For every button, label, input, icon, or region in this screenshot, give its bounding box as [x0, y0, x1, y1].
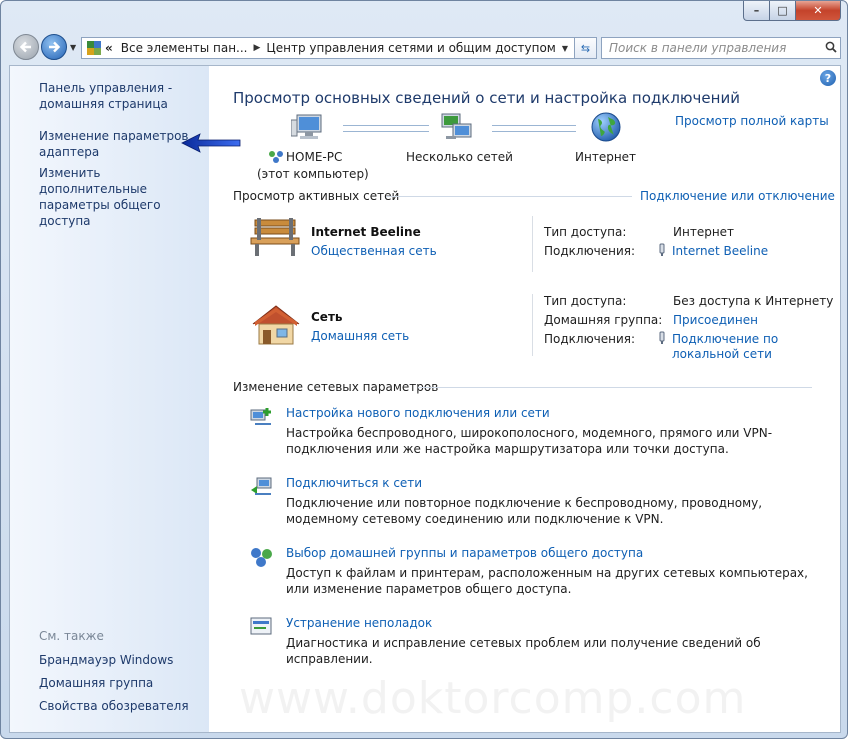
- refresh-button[interactable]: ⇆: [575, 37, 597, 59]
- forward-arrow-icon: [49, 41, 61, 53]
- refresh-icon: ⇆: [580, 41, 591, 55]
- forward-button[interactable]: [41, 34, 67, 60]
- sidebar-link-firewall[interactable]: Брандмауэр Windows: [39, 652, 173, 668]
- computer-icon: [291, 114, 322, 139]
- network-2-conn-key: Подключения:: [544, 332, 636, 346]
- main-content: Просмотр основных сведений о сети и наст…: [209, 66, 840, 732]
- search-icon[interactable]: [822, 41, 840, 56]
- sidebar-link-home[interactable]: Панель управления - домашняя страница: [39, 80, 189, 112]
- network-2-group-key: Домашняя группа:: [544, 313, 663, 327]
- network-2-homegroup-link[interactable]: Присоединен: [673, 313, 758, 328]
- address-dropdown-icon[interactable]: ▼: [556, 44, 574, 53]
- connection-plug-icon: [659, 243, 665, 256]
- back-button[interactable]: [13, 34, 39, 60]
- new-connection-icon: [250, 408, 271, 425]
- task-new-connection-link[interactable]: Настройка нового подключения или сети: [286, 406, 550, 420]
- recent-pages-dropdown[interactable]: ▼: [70, 43, 76, 52]
- active-networks-heading: Просмотр активных сетей: [233, 189, 400, 203]
- page-title: Просмотр основных сведений о сети и наст…: [233, 89, 740, 107]
- task-connect-desc: Подключение или повторное подключение к …: [286, 496, 763, 526]
- troubleshoot-icon: [250, 617, 272, 635]
- network-1-name: Internet Beeline: [311, 225, 421, 239]
- network-1-access-key: Тип доступа:: [544, 225, 627, 239]
- network-2-access-key: Тип доступа:: [544, 294, 627, 308]
- network-2-type-link[interactable]: Домашняя сеть: [311, 329, 409, 343]
- full-map-link[interactable]: Просмотр полной карты: [675, 114, 829, 128]
- network-1-connection-link[interactable]: Internet Beeline: [672, 244, 768, 259]
- task-connect-link[interactable]: Подключиться к сети: [286, 476, 422, 490]
- active-networks-rule: [386, 196, 632, 197]
- network-1-conn-key: Подключения:: [544, 244, 636, 258]
- change-settings-rule: [418, 387, 812, 388]
- sidebar-link-sharing-settings[interactable]: Изменить дополнительные параметры общего…: [39, 165, 204, 229]
- breadcrumb-overflow[interactable]: «: [105, 41, 113, 55]
- connect-network-icon: [251, 477, 272, 495]
- map-computer-name: HOME-PC: [286, 150, 343, 164]
- control-panel-icon: [87, 41, 101, 55]
- network-1-type-link[interactable]: Общественная сеть: [311, 244, 437, 258]
- network-status-icon: [269, 151, 283, 163]
- connect-disconnect-link[interactable]: Подключение или отключение: [640, 189, 835, 203]
- breadcrumb-network-center[interactable]: Центр управления сетями и общим доступом: [266, 41, 555, 55]
- network-2-connection-link[interactable]: Подключение по локальной сети: [672, 332, 782, 362]
- minimize-button[interactable]: –: [743, 1, 770, 21]
- public-network-bench-icon: [250, 218, 300, 256]
- home-network-house-icon: [252, 305, 300, 345]
- sidebar-link-internet-options[interactable]: Свойства обозревателя: [39, 698, 189, 714]
- window-frame: – □ ✕ ▼ « Все элементы пан... ▶ Центр уп…: [0, 0, 848, 739]
- back-arrow-icon: [19, 41, 31, 53]
- multiple-networks-icon: [441, 113, 472, 139]
- network-2-access-value: Без доступа к Интернету: [673, 294, 834, 308]
- internet-globe-icon: [591, 112, 621, 142]
- see-also-heading: См. также: [39, 629, 104, 643]
- network-1-access-value: Интернет: [673, 225, 735, 239]
- watermark: www.doktorcomp.com: [239, 673, 747, 724]
- breadcrumb-all-items[interactable]: Все элементы пан...: [121, 41, 248, 55]
- address-bar[interactable]: « Все элементы пан... ▶ Центр управления…: [81, 37, 575, 59]
- network-2-separator: [532, 294, 533, 356]
- task-homegroup-link[interactable]: Выбор домашней группы и параметров общег…: [286, 546, 643, 560]
- client-area: Панель управления - домашняя страница Из…: [9, 65, 841, 733]
- map-networks-label: Несколько сетей: [406, 150, 513, 164]
- task-homegroup-desc: Доступ к файлам и принтерам, расположенн…: [286, 566, 808, 596]
- close-button[interactable]: ✕: [796, 1, 841, 21]
- sidebar-link-homegroup[interactable]: Домашняя группа: [39, 675, 153, 691]
- change-settings-heading: Изменение сетевых параметров: [233, 380, 439, 394]
- caption-buttons: – □ ✕: [743, 1, 841, 21]
- network-2-name: Сеть: [311, 310, 343, 324]
- sidebar: Панель управления - домашняя страница Из…: [10, 66, 209, 732]
- task-troubleshoot-link[interactable]: Устранение неполадок: [286, 616, 432, 630]
- network-1-separator: [532, 216, 533, 272]
- navigation-bar: ▼ « Все элементы пан... ▶ Центр управлен…: [9, 33, 841, 61]
- map-link-1: [343, 125, 429, 132]
- search-box[interactable]: Поиск в панели управления: [601, 37, 841, 59]
- task-new-connection-desc: Настройка беспроводного, широкополосного…: [286, 426, 773, 456]
- task-troubleshoot-desc: Диагностика и исправление сетевых пробле…: [286, 636, 761, 666]
- homegroup-icon: [251, 548, 272, 567]
- connection-plug-icon: [659, 331, 665, 344]
- sidebar-link-adapter-settings[interactable]: Изменение параметров адаптера: [39, 128, 189, 160]
- map-computer-sub: (этот компьютер): [257, 167, 369, 181]
- map-link-2: [492, 125, 576, 132]
- breadcrumb-separator-icon[interactable]: ▶: [253, 43, 260, 53]
- maximize-button[interactable]: □: [770, 1, 796, 21]
- search-input[interactable]: Поиск в панели управления: [602, 41, 822, 55]
- map-internet-label: Интернет: [575, 150, 637, 164]
